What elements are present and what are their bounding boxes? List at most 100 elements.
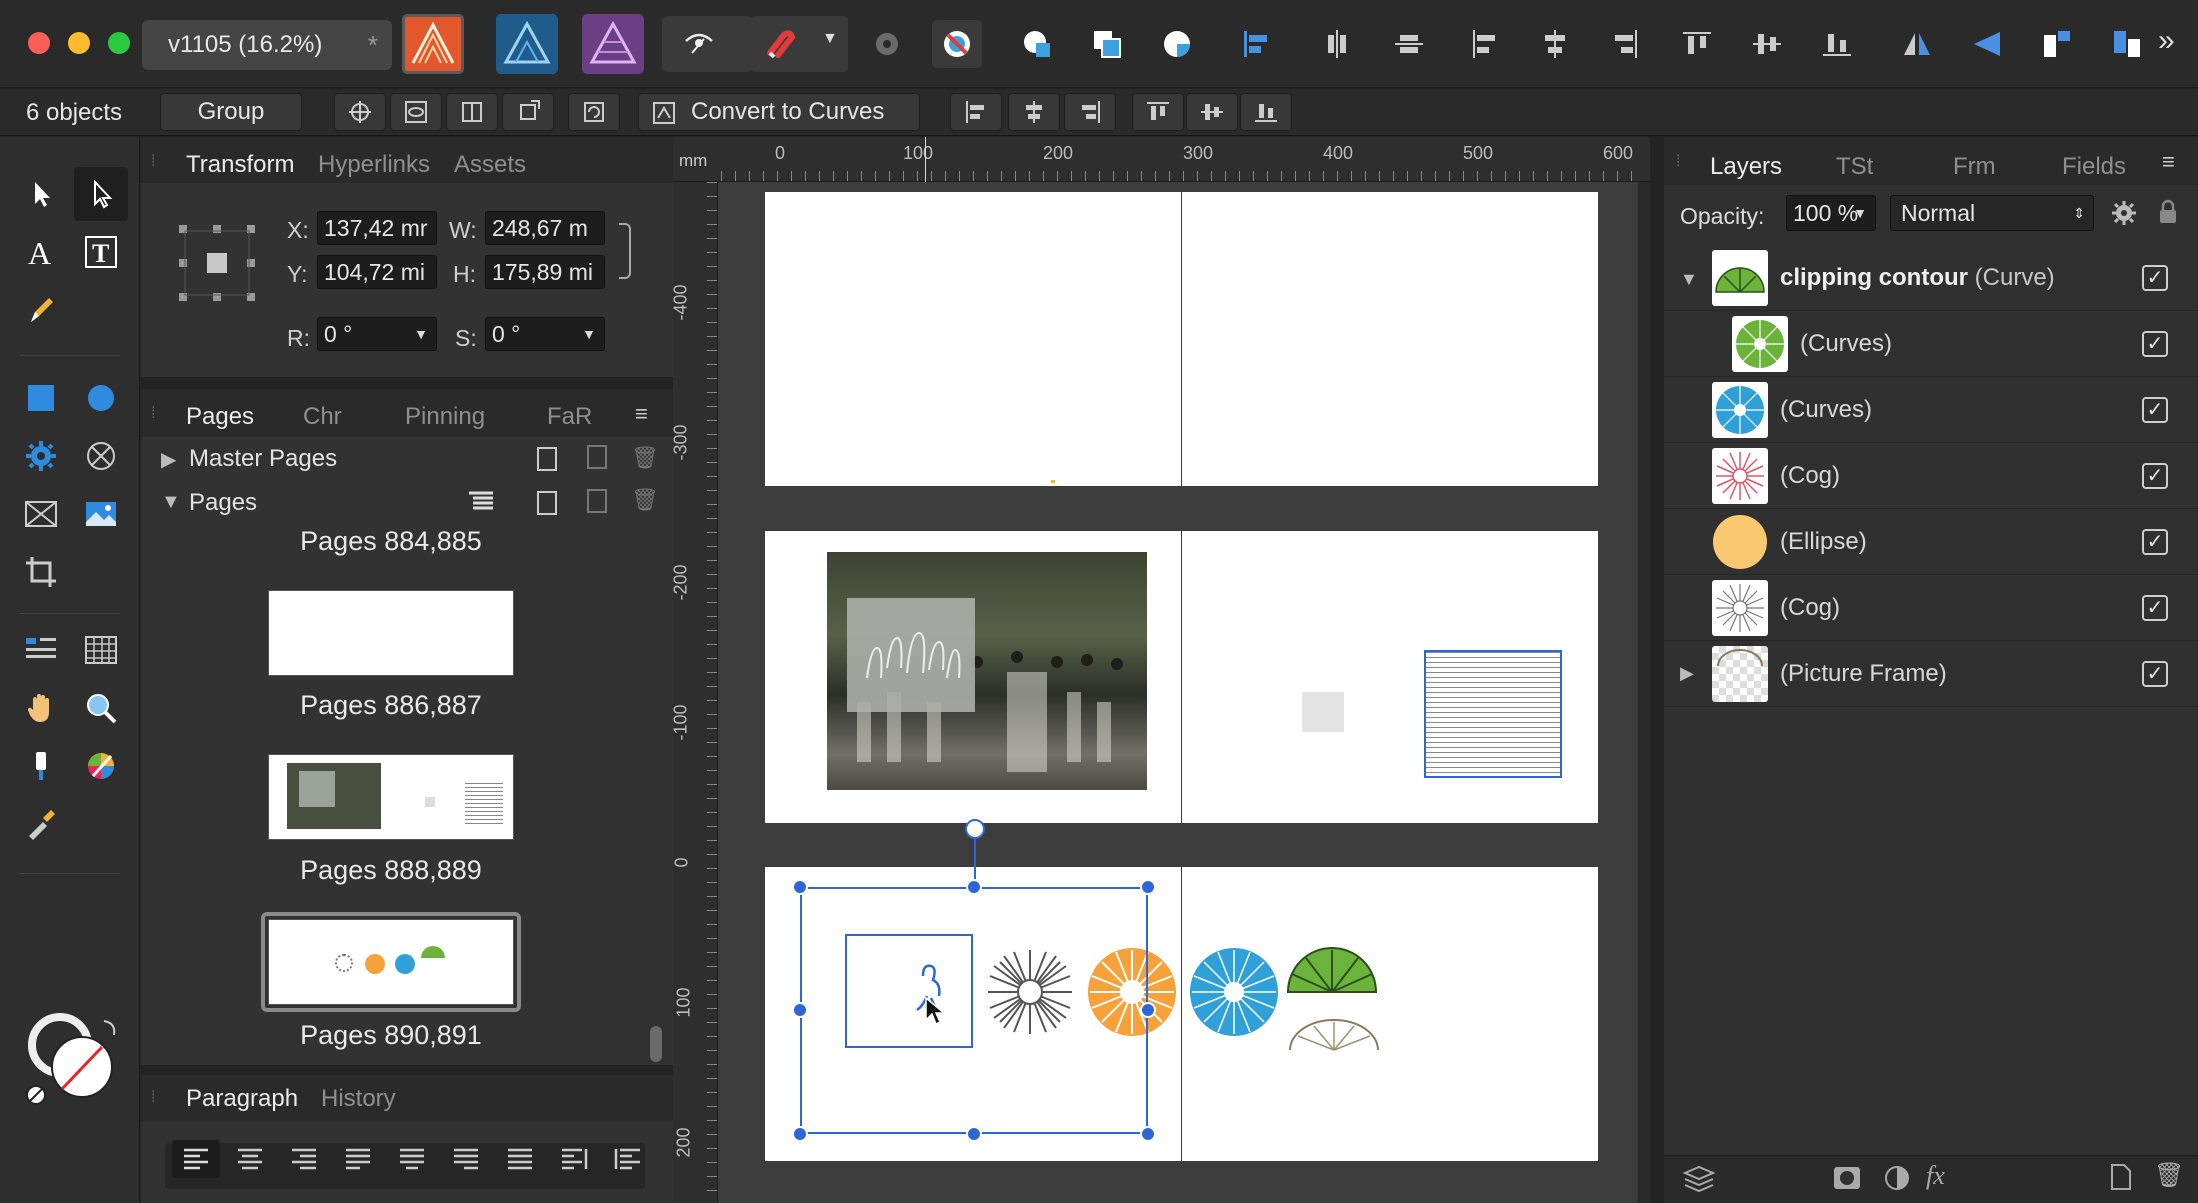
resize-handle-top[interactable]: [966, 879, 982, 895]
photo-persona-button[interactable]: [582, 14, 644, 74]
minimize-window-button[interactable]: [68, 32, 90, 54]
tab-transform[interactable]: Transform: [186, 151, 294, 179]
green-fan-shape[interactable]: [1286, 946, 1378, 996]
transform-origin-icon[interactable]: [334, 93, 386, 131]
tab-fields[interactable]: Fields: [2062, 153, 2126, 181]
collapse-pages-icon[interactable]: ▼: [161, 491, 181, 514]
shear-dropdown-icon[interactable]: ▼: [582, 318, 596, 350]
shear-field[interactable]: 0 ° ▼: [485, 317, 605, 351]
gear-icon[interactable]: [2110, 199, 2138, 227]
picture-frame-fan-shape[interactable]: [1286, 1018, 1382, 1052]
rectangle-icon[interactable]: [14, 371, 68, 425]
panel-menu-icon[interactable]: ≡: [2162, 149, 2175, 175]
rotation-field[interactable]: 0 ° ▼: [317, 317, 437, 351]
picture-frame-icon[interactable]: [74, 429, 128, 483]
layer-row-cog-red[interactable]: (Cog) ✓: [1664, 443, 2198, 509]
spread-thumb-890[interactable]: [268, 919, 514, 1005]
align-top-icon[interactable]: [1672, 20, 1722, 68]
layer-visibility-checkbox[interactable]: ✓: [2142, 265, 2168, 291]
expand-layer-icon[interactable]: ▶: [1680, 663, 1694, 684]
fx-icon[interactable]: fx: [1926, 1161, 1945, 1191]
justify-right-icon[interactable]: [442, 1140, 490, 1178]
tab-hyperlinks[interactable]: Hyperlinks: [318, 151, 430, 179]
align-text-right-icon[interactable]: [280, 1140, 328, 1178]
ctx-align-left-icon[interactable]: [950, 93, 1002, 131]
delete-layer-icon[interactable]: 🗑: [2154, 1161, 2184, 1190]
tab-pages[interactable]: Pages: [186, 403, 254, 431]
artistic-text-icon[interactable]: A: [14, 225, 68, 279]
align-left-icon[interactable]: [1460, 20, 1510, 68]
text-flow-icon[interactable]: [14, 623, 68, 677]
ctx-align-top-icon[interactable]: [1132, 93, 1184, 131]
add-page-icon[interactable]: [537, 491, 557, 515]
designer-persona-button[interactable]: [496, 14, 558, 74]
layer-visibility-checkbox[interactable]: ✓: [2142, 661, 2168, 687]
duplicate-master-icon[interactable]: [587, 445, 607, 469]
duplicate-page-icon[interactable]: [587, 489, 607, 513]
frame-text-icon[interactable]: T: [74, 225, 128, 279]
layers-stack-icon[interactable]: [1682, 1163, 1716, 1193]
tab-far[interactable]: FaR: [547, 403, 592, 431]
group-button[interactable]: Group: [160, 93, 302, 131]
hand-icon[interactable]: [14, 681, 68, 735]
master-page-icon[interactable]: [537, 447, 557, 471]
collapse-layer-icon[interactable]: ▼: [1680, 269, 1698, 290]
tab-tst[interactable]: TSt: [1836, 153, 1873, 181]
spread-thumb-888[interactable]: [268, 754, 514, 840]
blend-mode-dropdown-icon[interactable]: ⇕: [2073, 196, 2085, 230]
tab-paragraph[interactable]: Paragraph: [186, 1085, 298, 1113]
layer-row-curves-green[interactable]: (Curves) ✓: [1664, 311, 2198, 377]
ctx-align-right-icon[interactable]: [1064, 93, 1116, 131]
reset-selection-box-icon[interactable]: [502, 93, 554, 131]
resize-handle-right[interactable]: [1140, 1002, 1156, 1018]
fill-icon[interactable]: [14, 739, 68, 793]
tab-layers[interactable]: Layers: [1710, 153, 1782, 181]
gray-square[interactable]: [1302, 692, 1344, 732]
lock-aspect-icon[interactable]: [619, 223, 631, 279]
cog-icon[interactable]: [14, 429, 68, 483]
ellipse-icon[interactable]: [74, 371, 128, 425]
align-right-icon[interactable]: [1600, 20, 1650, 68]
adjustment-layer-icon[interactable]: [1882, 1163, 1912, 1193]
tab-assets[interactable]: Assets: [454, 151, 526, 179]
eyedropper-icon[interactable]: [14, 797, 68, 851]
layer-row-curves-blue[interactable]: (Curves) ✓: [1664, 377, 2198, 443]
opacity-field[interactable]: 100 % ▼: [1786, 195, 1876, 231]
page-left-884[interactable]: [765, 192, 1181, 486]
distribute-horizontal-icon[interactable]: [1384, 20, 1434, 68]
align-center-icon[interactable]: [1530, 20, 1580, 68]
arrange-back-icon[interactable]: [1082, 20, 1132, 68]
resize-handle-left[interactable]: [792, 1002, 808, 1018]
wedding-photo[interactable]: [827, 552, 1147, 790]
color-picker-icon[interactable]: [74, 739, 128, 793]
align-text-center-icon[interactable]: [226, 1140, 274, 1178]
close-window-button[interactable]: [28, 32, 50, 54]
tab-frm[interactable]: Frm: [1953, 153, 1996, 181]
show-hide-icon[interactable]: [390, 93, 442, 131]
align-left-edges-icon[interactable]: [1232, 20, 1282, 68]
page-right-885[interactable]: [1182, 192, 1598, 486]
clip-icon[interactable]: [1152, 20, 1202, 68]
convert-to-curves-button[interactable]: Convert to Curves: [638, 93, 920, 131]
layer-visibility-checkbox[interactable]: ✓: [2142, 595, 2168, 621]
align-away-spine-icon[interactable]: [604, 1140, 652, 1178]
justify-all-icon[interactable]: [496, 1140, 544, 1178]
align-text-left-icon[interactable]: [172, 1140, 220, 1178]
boolean-add-icon[interactable]: [862, 20, 912, 68]
blend-mode-select[interactable]: Normal ⇕: [1890, 195, 2094, 231]
ctx-align-middle-icon[interactable]: [1186, 93, 1238, 131]
rotate-left-icon[interactable]: [2032, 20, 2082, 68]
publisher-persona-button[interactable]: [402, 14, 464, 74]
flip-horizontal-icon[interactable]: [1892, 20, 1942, 68]
text-frame[interactable]: [1424, 650, 1562, 778]
bounding-box-icon[interactable]: [446, 93, 498, 131]
layer-row-clipping-contour[interactable]: ▼ clipping contour (Curve) ✓: [1664, 245, 2198, 311]
resize-handle-top-right[interactable]: [1140, 879, 1156, 895]
add-layer-icon[interactable]: [2110, 1163, 2132, 1191]
table-icon[interactable]: [74, 623, 128, 677]
fill-stroke-swatch[interactable]: [24, 1009, 116, 1105]
rotate-selection-icon[interactable]: [568, 93, 620, 131]
flip-vertical-icon[interactable]: [1962, 20, 2012, 68]
opacity-dropdown-icon[interactable]: ▼: [1853, 196, 1867, 230]
rotate-right-icon[interactable]: [2102, 20, 2152, 68]
